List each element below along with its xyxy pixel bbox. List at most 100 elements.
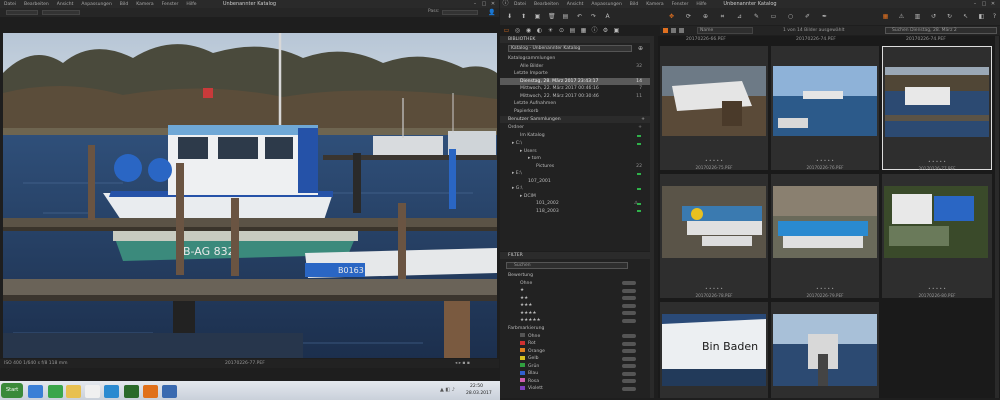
detail-tab-icon[interactable]: ⊙ bbox=[558, 27, 565, 34]
zoom-tool-icon[interactable]: ⊕ bbox=[702, 13, 709, 20]
crop-rotate-icon[interactable]: ⟳ bbox=[685, 13, 692, 20]
folder-tree-item[interactable]: 118_2003 bbox=[500, 208, 650, 216]
menu-item[interactable]: Bild bbox=[120, 2, 128, 7]
heal-tool-icon[interactable]: ○ bbox=[787, 13, 794, 20]
color-filter-item[interactable]: Rot bbox=[500, 340, 650, 348]
rating-filter-item[interactable]: ★ bbox=[500, 287, 650, 295]
search-box[interactable]: Suchen Dienstag, 28. März 2 bbox=[885, 27, 997, 34]
menu-item[interactable]: Fenster bbox=[162, 2, 179, 7]
menu-item[interactable]: Datei bbox=[514, 2, 526, 7]
catalog-collections-header[interactable]: Katalogsammlungen bbox=[500, 55, 650, 63]
user-icon[interactable]: 👤 bbox=[488, 9, 495, 16]
folder-tree-item[interactable]: ▸ tom bbox=[500, 155, 650, 163]
menu-item[interactable]: Fenster bbox=[672, 2, 689, 7]
workspace-icon[interactable]: ▦ bbox=[882, 13, 889, 20]
meta-tab-icon[interactable]: ⓘ bbox=[591, 27, 598, 34]
rating-filter-item[interactable]: Ohne bbox=[500, 280, 650, 288]
tray-icons[interactable]: ▲ ◧ ♪ bbox=[440, 387, 462, 393]
thumbnail[interactable] bbox=[771, 302, 879, 398]
taskbar-dreamweaver-icon[interactable] bbox=[124, 385, 139, 398]
taskbar-explorer-icon[interactable] bbox=[66, 385, 81, 398]
output-tab-icon[interactable]: ⚙ bbox=[602, 27, 609, 34]
catalog-add-icon[interactable]: ⊕ bbox=[637, 45, 644, 52]
menu-item[interactable]: Anpassungen bbox=[81, 2, 111, 7]
trash-icon[interactable]: 🗑 bbox=[548, 13, 556, 20]
taskbar-app-icon-2[interactable] bbox=[48, 385, 63, 398]
folder-tree-item[interactable]: Pictures 22 bbox=[500, 163, 650, 171]
main-photo[interactable]: B-AG 832 B0163 bbox=[3, 33, 497, 358]
color-filter-item[interactable]: Grün bbox=[500, 363, 650, 371]
app-info-icon[interactable]: ⓘ bbox=[502, 0, 509, 7]
maximize-icon[interactable]: □ bbox=[481, 1, 487, 7]
menu-item[interactable]: Bearbeiten bbox=[24, 2, 49, 7]
color-filter-item[interactable]: Blau bbox=[500, 370, 650, 378]
text-tool-icon[interactable]: A bbox=[604, 13, 611, 20]
menu-item[interactable]: Bild bbox=[630, 2, 638, 7]
catalog-select[interactable]: Katalog - Unbenannter Katalog bbox=[508, 45, 632, 52]
add-collection-icon[interactable]: + bbox=[641, 116, 645, 123]
menu-item[interactable]: Hilfe bbox=[186, 2, 196, 7]
viewer-zoom-box[interactable] bbox=[6, 10, 38, 15]
menu-item[interactable]: Bearbeiten bbox=[534, 2, 559, 7]
filter-header[interactable]: FILTER bbox=[500, 252, 650, 259]
close-icon[interactable]: ✕ bbox=[990, 1, 996, 7]
trash-item[interactable]: Papierkorb bbox=[500, 108, 650, 116]
redo-icon[interactable]: ↷ bbox=[590, 13, 597, 20]
color-filter-item[interactable]: Rosa bbox=[500, 378, 650, 386]
import-item[interactable]: Mittwoch, 22. März 2017 00:46:16 7 bbox=[500, 85, 650, 93]
rating-filter-item[interactable]: ★★★★ bbox=[500, 310, 650, 318]
taskbar-firefox-icon[interactable] bbox=[143, 385, 158, 398]
refresh-icon[interactable]: ↻ bbox=[946, 13, 953, 20]
browser-scrollbar[interactable] bbox=[995, 36, 999, 398]
folder-tree-item[interactable]: ▸ Users bbox=[500, 148, 650, 156]
color-filter-item[interactable]: Violett bbox=[500, 385, 650, 393]
filmstrip-view-icon[interactable] bbox=[679, 28, 684, 33]
camera-icon[interactable]: ▣ bbox=[534, 13, 541, 20]
folder-tree-item[interactable]: ▸ G:\ bbox=[500, 185, 650, 193]
grid-view-icon[interactable] bbox=[663, 28, 668, 33]
rating-filter-item[interactable]: ★★★ bbox=[500, 302, 650, 310]
brush-tool-icon[interactable]: ✎ bbox=[753, 13, 760, 20]
eraser-tool-icon[interactable]: ▭ bbox=[770, 13, 777, 20]
menu-item[interactable]: Kamera bbox=[646, 2, 663, 7]
capture-tab-icon[interactable]: ◎ bbox=[514, 27, 521, 34]
local-tab-icon[interactable]: ▤ bbox=[569, 27, 576, 34]
rating-filter-item[interactable]: ★★★★★ bbox=[500, 317, 650, 325]
folder-tree-item[interactable]: ▸ DCIM bbox=[500, 193, 650, 201]
statusbar-controls[interactable]: ◂ ▸ ▪ ▪ bbox=[455, 361, 470, 366]
annotate-tool-icon[interactable]: ✐ bbox=[804, 13, 811, 20]
taskbar-ie-icon[interactable] bbox=[28, 385, 43, 398]
thumbnail[interactable]: • • • • • 20170226-80.PEF bbox=[882, 174, 992, 298]
minimize-icon[interactable]: – bbox=[972, 1, 978, 7]
taskbar-file-icon[interactable] bbox=[85, 385, 100, 398]
folder-tree-item[interactable]: 107_2001 bbox=[500, 178, 650, 186]
color-tag-header[interactable]: Farbmarkierung bbox=[500, 325, 650, 333]
thumbnail[interactable]: Bin Baden bbox=[660, 302, 768, 398]
start-button[interactable]: Start bbox=[1, 383, 23, 398]
in-catalog-item[interactable]: Im Katalog bbox=[500, 132, 650, 140]
stack-icon[interactable]: ▥ bbox=[914, 13, 921, 20]
folders-header[interactable]: Ordner + bbox=[500, 124, 650, 132]
all-images-item[interactable]: Alle Bilder 32 bbox=[500, 63, 650, 71]
thumbnail[interactable]: • • • • • 20170226-79.PEF bbox=[771, 174, 879, 298]
add-folder-icon[interactable]: + bbox=[638, 124, 642, 132]
picker-tool-icon[interactable]: ✒ bbox=[821, 13, 828, 20]
thumbnail[interactable]: • • • • • 20170226-76.PEF bbox=[771, 46, 879, 170]
rating-header[interactable]: Bewertung bbox=[500, 272, 650, 280]
help-icon[interactable]: ? bbox=[991, 13, 998, 20]
user-collections-header[interactable]: Benutzer Sammlungen + bbox=[500, 116, 650, 123]
pass-select[interactable] bbox=[442, 10, 478, 15]
filter-search-input[interactable]: Suchen bbox=[506, 262, 628, 269]
lens-tab-icon[interactable]: ◉ bbox=[525, 27, 532, 34]
minimize-icon[interactable]: – bbox=[472, 1, 478, 7]
menu-item[interactable]: Kamera bbox=[136, 2, 153, 7]
exposure-tab-icon[interactable]: ☀ bbox=[547, 27, 554, 34]
taskbar-camera-icon[interactable] bbox=[162, 385, 177, 398]
pan-tool-icon[interactable]: ✥ bbox=[668, 13, 675, 20]
color-filter-item[interactable]: Ohne bbox=[500, 333, 650, 341]
menu-item[interactable]: Ansicht bbox=[57, 2, 74, 7]
sort-select[interactable]: Name bbox=[697, 27, 753, 34]
import-item[interactable]: Dienstag, 28. März 2017 23:43:17 14 bbox=[500, 77, 650, 85]
maximize-icon[interactable]: □ bbox=[981, 1, 987, 7]
undo-icon[interactable]: ↶ bbox=[576, 13, 583, 20]
